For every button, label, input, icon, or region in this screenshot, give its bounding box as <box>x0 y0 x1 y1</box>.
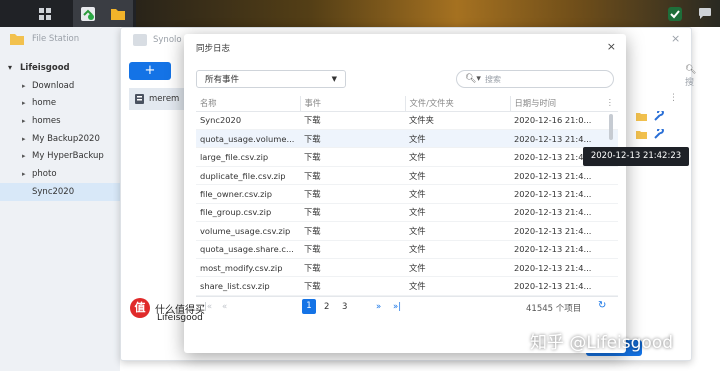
column-menu-icon[interactable]: ⋮ <box>606 97 618 107</box>
column-header-type[interactable]: 文件/文件夹 <box>405 96 511 112</box>
caret-right-icon[interactable]: ▸ <box>22 117 32 125</box>
zhihu-watermark: 知乎 @Lifeisgood <box>530 333 674 353</box>
event-filter-select[interactable]: 所有事件 ▼ <box>196 70 346 88</box>
chat-icon[interactable] <box>690 0 720 27</box>
item-count: 41545 个项目 <box>526 304 582 314</box>
folder-sidebar: File Station ▾ Lifeisgood ▸ Download ▸ hom… <box>0 27 120 371</box>
folder-icon <box>636 113 647 121</box>
caret-right-icon[interactable]: ▸ <box>22 152 32 160</box>
caret-down-icon[interactable]: ▾ <box>8 63 20 72</box>
table-row[interactable]: quota_usage.volume... 下载 文件 2020-12-13 21:4… <box>196 129 618 149</box>
page-button-2[interactable]: 2 <box>324 302 329 312</box>
table-row[interactable]: share_list.csv.zip 下载 文件 2020-12-13 21:4... <box>196 276 618 296</box>
table-row[interactable]: quota_usage.share.c... 下载 文件 2020-12-13 21:… <box>196 240 618 260</box>
desktop-wallpaper <box>136 0 720 27</box>
column-menu-icon[interactable]: ⋮ <box>669 93 678 103</box>
search-icon: 🔍︎ <box>685 65 697 75</box>
caret-right-icon[interactable]: ▸ <box>22 99 32 107</box>
tree-item-sync2020[interactable]: Sync2020 <box>0 182 120 201</box>
table-header: 名称 事件 文件/文件夹 日期与时间 ⋮ <box>196 96 618 112</box>
tree-root[interactable]: ▾ Lifeisgood <box>0 59 120 77</box>
dialog-title: 同步日志 <box>196 44 231 54</box>
caret-right-icon[interactable]: ▸ <box>22 82 32 90</box>
add-task-button[interactable]: + <box>129 62 171 80</box>
table-row[interactable]: Sync2020 下载 文件夹 2020-12-16 21:0... <box>196 111 618 130</box>
search-input-partial[interactable]: 🔍︎搜 <box>685 65 696 88</box>
last-page-icon[interactable]: »| <box>393 302 401 312</box>
sync-app-icon[interactable] <box>73 0 103 27</box>
tree-item-homes[interactable]: ▸ homes <box>0 112 120 130</box>
dropdown-arrow-icon: ▼ <box>331 75 337 83</box>
file-station-title-bar: File Station <box>10 33 79 45</box>
column-header-date[interactable]: 日期与时间 ⋮ <box>510 96 618 112</box>
close-icon[interactable]: × <box>607 40 616 53</box>
caret-right-icon[interactable]: ▸ <box>22 170 32 178</box>
sync-log-dialog: 同步日志 × 所有事件 ▼ 🔍︎▾ 搜索 名称 事件 文件/文件夹 日期与时间 ⋮… <box>184 34 626 353</box>
page-button-1[interactable]: 1 <box>302 299 316 314</box>
table-row[interactable]: large_file.csv.zip 下载 文件 2020-12-13 21:4... <box>196 147 618 167</box>
table-row[interactable]: file_owner.csv.zip 下载 文件 2020-12-13 21:4... <box>196 184 618 204</box>
sync-status-icon[interactable] <box>660 0 690 27</box>
search-input[interactable]: 🔍︎▾ 搜索 <box>456 70 614 88</box>
task-list-item[interactable]: merem <box>129 88 187 110</box>
page-button-3[interactable]: 3 <box>342 302 347 312</box>
smzdm-logo-icon: 值 <box>130 298 150 318</box>
watermark-user: Lifeisgood <box>157 313 203 323</box>
wrench-icon[interactable] <box>654 111 664 121</box>
table-row[interactable]: most_modify.csv.zip 下载 文件 2020-12-13 21:4..… <box>196 258 618 278</box>
folder-icon <box>10 34 24 45</box>
file-station-app-icon[interactable] <box>103 0 133 27</box>
caret-right-icon[interactable]: ▸ <box>22 135 32 143</box>
scrollbar[interactable] <box>609 114 613 140</box>
search-icon: 🔍︎▾ <box>465 74 481 84</box>
folder-icon <box>636 131 647 139</box>
server-icon <box>135 94 144 104</box>
sync-app-title: Synolo <box>153 35 182 45</box>
tree-item-photo[interactable]: ▸ photo <box>0 165 120 183</box>
file-station-title: File Station <box>32 34 80 44</box>
close-icon[interactable]: × <box>671 32 680 45</box>
taskbar <box>0 0 720 27</box>
tree-item-my-backup2020[interactable]: ▸ My Backup2020 <box>0 130 120 148</box>
app-icon <box>133 34 147 46</box>
pagination: |« « 1 2 3 » »| 41545 个项目 ↻ <box>196 296 618 316</box>
table-row[interactable]: volume_usage.csv.zip 下载 文件 2020-12-13 21:4.… <box>196 221 618 241</box>
date-tooltip: 2020-12-13 21:42:23 <box>583 147 689 166</box>
column-header-event[interactable]: 事件 <box>300 96 406 112</box>
column-header-name[interactable]: 名称 <box>196 96 301 112</box>
next-page-icon[interactable]: » <box>376 302 381 312</box>
wrench-icon[interactable] <box>654 129 664 139</box>
first-page-icon[interactable]: |« <box>204 302 212 312</box>
refresh-icon[interactable]: ↻ <box>598 300 606 311</box>
prev-page-icon[interactable]: « <box>222 302 227 312</box>
tree-item-download[interactable]: ▸ Download <box>0 77 120 95</box>
tree-item-home[interactable]: ▸ home <box>0 94 120 112</box>
log-table: 名称 事件 文件/文件夹 日期与时间 ⋮ Sync2020 下载 文件夹 2020-12… <box>196 96 618 296</box>
tree-item-my-hyperbackup[interactable]: ▸ My HyperBackup <box>0 147 120 165</box>
main-menu-icon[interactable] <box>30 0 60 27</box>
folder-tree: ▾ Lifeisgood ▸ Download ▸ home ▸ homes ▸ My … <box>0 59 120 201</box>
table-row[interactable]: file_group.csv.zip 下载 文件 2020-12-13 21:4... <box>196 203 618 223</box>
table-row[interactable]: duplicate_file.csv.zip 下载 文件 2020-12-13 21:… <box>196 166 618 186</box>
